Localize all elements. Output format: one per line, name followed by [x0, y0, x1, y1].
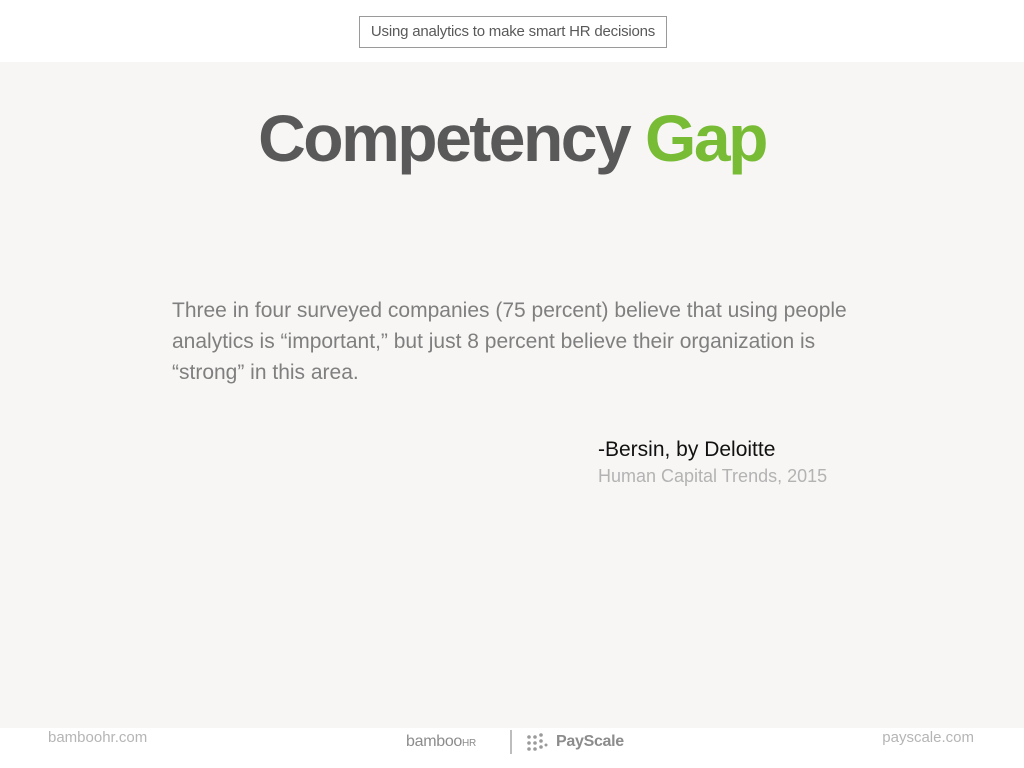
title-word-gap: Gap: [645, 101, 768, 175]
quote-source: Human Capital Trends, 2015: [598, 466, 828, 486]
slide-title: Competency Gap: [0, 96, 1024, 180]
payscale-dots-icon: [527, 733, 548, 751]
bamboohr-logo: bambooHR: [406, 732, 476, 754]
title-word-competency: Competency: [258, 101, 632, 175]
logo-divider: [510, 730, 512, 754]
quote-text: Three in four surveyed companies (75 per…: [172, 299, 847, 384]
footer-link-payscale[interactable]: payscale.com: [882, 728, 974, 748]
payscale-logo-text: PayScale: [556, 733, 624, 750]
footer-bar: bamboohr.com bambooHR PayScale payscale.…: [0, 728, 1024, 768]
header-tagline: Using analytics to make smart HR decisio…: [359, 16, 667, 48]
header-bar: Using analytics to make smart HR decisio…: [0, 0, 1024, 62]
slide-page: Using analytics to make smart HR decisio…: [0, 0, 1024, 768]
quote-author: -Bersin, by Deloitte: [598, 438, 776, 461]
footer-link-bamboohr[interactable]: bamboohr.com: [48, 728, 147, 748]
quote-attribution: -Bersin, by Deloitte Human Capital Trend…: [598, 437, 898, 489]
bamboohr-logo-suffix: HR: [462, 738, 476, 749]
bamboohr-logo-text: bamboo: [406, 733, 463, 750]
